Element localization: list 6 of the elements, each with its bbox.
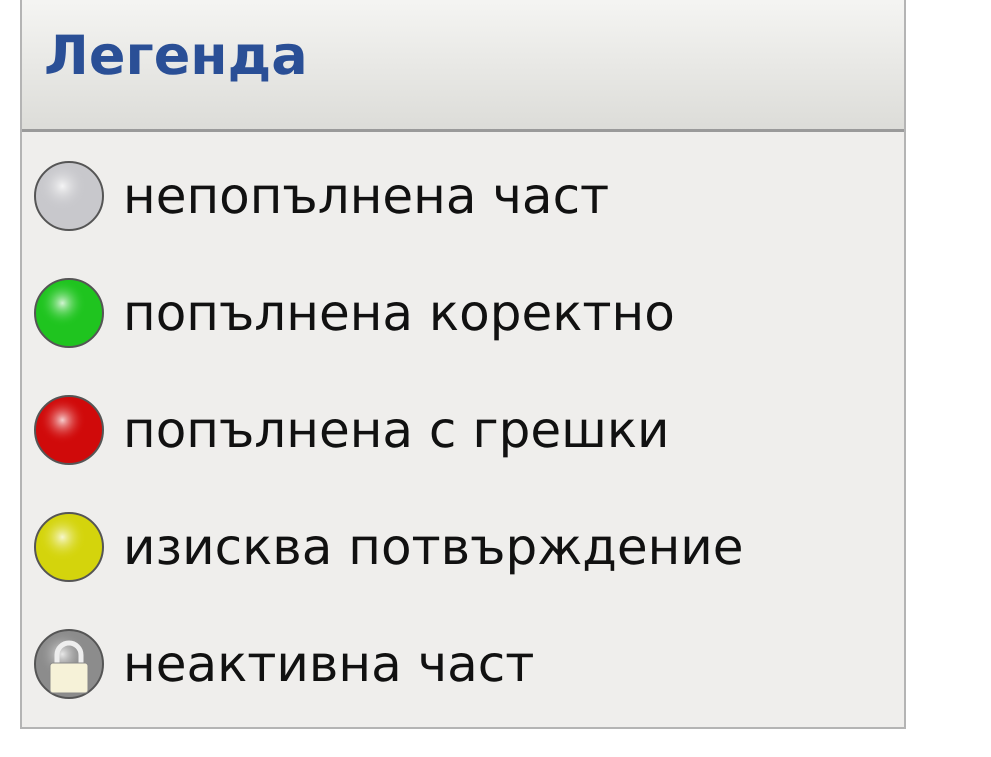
legend-label: попълнена коректно — [123, 288, 675, 338]
legend-label: непопълнена част — [123, 171, 610, 221]
legend-title: Легенда — [44, 28, 308, 88]
legend-label: попълнена с грешки — [123, 405, 670, 455]
legend-label: неактивна част — [123, 639, 534, 689]
legend-label: изисква потвърждение — [123, 522, 744, 572]
